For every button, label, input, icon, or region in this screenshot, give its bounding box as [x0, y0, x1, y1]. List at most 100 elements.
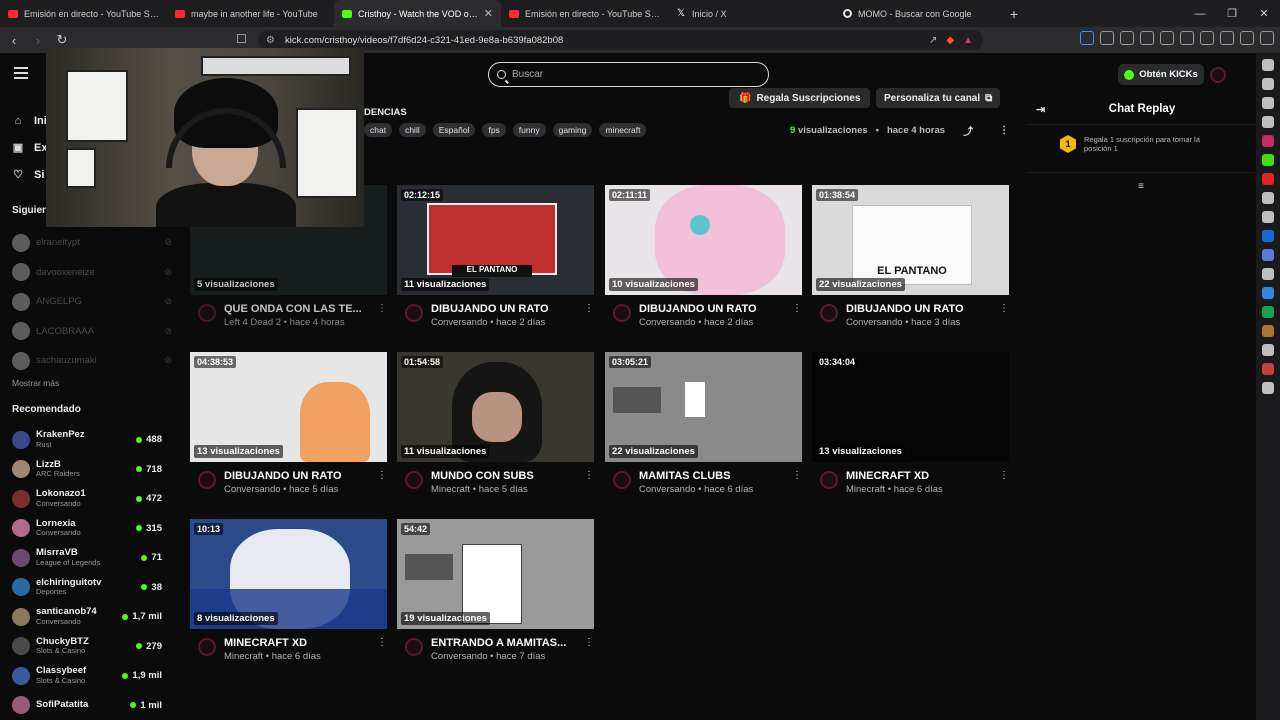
recommended-item[interactable]: Lornexia Conversando 315 — [12, 514, 162, 544]
avatar[interactable] — [613, 304, 631, 322]
tag-chip[interactable]: gaming — [552, 123, 593, 137]
sidebar-app-icon[interactable] — [1262, 78, 1274, 90]
browser-tab[interactable]: 𝕏 Inicio / X — [668, 0, 835, 27]
video-category[interactable]: Conversando — [639, 484, 696, 495]
minimize-icon[interactable]: — — [1184, 0, 1216, 27]
tag-chip[interactable]: chat — [364, 123, 393, 137]
more-options-icon[interactable]: ⋮ — [999, 125, 1009, 136]
search-input[interactable]: Buscar — [488, 62, 769, 87]
video-thumbnail[interactable]: 54:42 19 visualizaciones — [397, 519, 594, 629]
sidebar-app-icon[interactable] — [1262, 135, 1274, 147]
video-card[interactable]: 04:38:53 13 visualizaciones DIBUJANDO UN R… — [190, 352, 387, 496]
sidebar-app-icon[interactable] — [1262, 306, 1274, 318]
video-title[interactable]: DIBUJANDO UN RATO — [224, 470, 369, 484]
avatar[interactable] — [198, 304, 216, 322]
more-options-icon[interactable]: ⋮ — [377, 303, 387, 329]
customize-channel-button[interactable]: Personaliza tu canal ⧉ — [876, 88, 1001, 108]
sidebar-app-icon[interactable] — [1262, 154, 1274, 166]
browser-tab[interactable]: Cristhoy - Watch the VOD on Kic ✕ — [334, 0, 501, 27]
video-thumbnail[interactable]: 04:38:53 13 visualizaciones — [190, 352, 387, 462]
video-title[interactable]: DIBUJANDO UN RATO — [639, 303, 784, 317]
wallet-icon[interactable] — [1200, 31, 1214, 45]
sidebar-app-icon[interactable] — [1262, 325, 1274, 337]
avatar[interactable] — [405, 471, 423, 489]
more-options-icon[interactable]: ⋮ — [999, 303, 1009, 329]
site-info-icon[interactable]: ⚙ — [266, 35, 275, 46]
video-category[interactable]: Conversando — [431, 317, 488, 328]
more-options-icon[interactable]: ⋮ — [792, 470, 802, 496]
video-card[interactable]: 01:54:58 11 visualizaciones MUNDO CON SUBS… — [397, 352, 594, 496]
recommended-item[interactable]: LizzB ARC Raiders 718 — [12, 455, 162, 485]
sidebar-app-icon[interactable] — [1262, 173, 1274, 185]
video-title[interactable]: MINECRAFT XD — [224, 637, 369, 651]
extension-icon[interactable] — [1080, 31, 1094, 45]
video-thumbnail[interactable]: 02:11:11 10 visualizaciones — [605, 185, 802, 295]
recommended-item[interactable]: Classybeef Slots & Casino 1,9 mil — [12, 661, 162, 691]
share-icon[interactable]: ↗ — [929, 35, 937, 46]
avatar[interactable] — [820, 304, 838, 322]
sidebar-nav-item[interactable]: ⌂ Ini — [12, 107, 47, 134]
tag-chip[interactable]: chill — [399, 123, 426, 137]
music-icon[interactable] — [1160, 31, 1174, 45]
video-thumbnail[interactable]: 10:13 8 visualizaciones — [190, 519, 387, 629]
rewards-icon[interactable]: ▲ — [963, 35, 973, 46]
address-bar[interactable]: ⚙ kick.com/cristhoy/videos/f7df6d24-c321… — [258, 30, 983, 50]
tag-chip[interactable]: minecraft — [599, 123, 647, 137]
collapse-chat-icon[interactable]: ⇥ — [1036, 103, 1045, 116]
video-category[interactable]: Conversando — [431, 651, 488, 662]
get-kicks-button[interactable]: Obtén KICKs — [1118, 64, 1204, 85]
avatar[interactable] — [405, 304, 423, 322]
more-options-icon[interactable]: ⋮ — [792, 303, 802, 329]
sidebar-icon[interactable] — [1180, 31, 1194, 45]
bookmark-icon[interactable]: ☐ — [236, 32, 247, 46]
video-category[interactable]: Minecraft — [846, 484, 885, 495]
video-thumbnail[interactable]: 01:54:58 11 visualizaciones — [397, 352, 594, 462]
video-category[interactable]: Left 4 Dead 2 — [224, 317, 281, 328]
extension-icon[interactable] — [1140, 31, 1154, 45]
browser-tab[interactable]: MOMO - Buscar con Google — [835, 0, 1002, 27]
menu-icon[interactable] — [1260, 31, 1274, 45]
video-thumbnail[interactable]: 03:34:04 13 visualizaciones — [812, 352, 1009, 462]
more-options-icon[interactable]: ⋮ — [377, 637, 387, 663]
forward-icon[interactable]: › — [28, 30, 48, 50]
video-title[interactable]: QUE ONDA CON LAS TE... — [224, 303, 369, 317]
avatar[interactable] — [405, 638, 423, 656]
browser-tab[interactable]: maybe in another life - YouTube — [167, 0, 334, 27]
video-card[interactable]: 03:34:04 13 visualizaciones MINECRAFT XD Mi… — [812, 352, 1009, 496]
video-title[interactable]: DIBUJANDO UN RATO — [431, 303, 576, 317]
sidebar-app-icon[interactable] — [1262, 363, 1274, 375]
following-item[interactable]: LACOBRAAA ⊘ — [12, 317, 172, 347]
video-title[interactable]: MINECRAFT XD — [846, 470, 991, 484]
avatar[interactable] — [1210, 67, 1226, 83]
following-item[interactable]: davooxeneize ⊘ — [12, 258, 172, 288]
sidebar-app-icon[interactable] — [1262, 97, 1274, 109]
more-options-icon[interactable]: ⋮ — [584, 470, 594, 496]
sidebar-app-icon[interactable] — [1262, 230, 1274, 242]
video-category[interactable]: Minecraft — [431, 484, 470, 495]
video-card[interactable]: 03:05:21 22 visualizaciones MAMITAS CLUBS C… — [605, 352, 802, 496]
avatar[interactable] — [613, 471, 631, 489]
recommended-item[interactable]: elchiringuitotv Deportes 38 — [12, 573, 162, 603]
hamburger-menu-icon[interactable] — [14, 67, 28, 79]
video-card[interactable]: EL PANTANO 01:38:54 22 visualizaciones DIBU… — [812, 185, 1009, 329]
sidebar-app-icon[interactable] — [1262, 287, 1274, 299]
vpn-icon[interactable] — [1220, 31, 1234, 45]
sidebar-nav-item[interactable]: ▣ Ex — [12, 134, 48, 161]
video-thumbnail[interactable]: EL PANTANO 02:12:15 11 visualizaciones — [397, 185, 594, 295]
recommended-item[interactable]: SofiPatatita 1 mil — [12, 691, 162, 720]
show-more-link[interactable]: Mostrar más — [12, 378, 59, 388]
tag-chip[interactable]: Español — [432, 123, 476, 137]
recommended-item[interactable]: Lokonazo1 Conversando 472 — [12, 484, 162, 514]
close-window-icon[interactable]: ✕ — [1248, 0, 1280, 27]
sidebar-app-icon[interactable] — [1262, 211, 1274, 223]
avatar[interactable] — [198, 638, 216, 656]
video-card[interactable]: 02:11:11 10 visualizaciones DIBUJANDO UN R… — [605, 185, 802, 329]
browser-tab[interactable]: Emisión en directo - YouTube Studio — [501, 0, 668, 27]
video-category[interactable]: Conversando — [224, 484, 281, 495]
tag-chip[interactable]: funny — [512, 123, 546, 137]
avatar[interactable] — [198, 471, 216, 489]
video-card[interactable]: 54:42 19 visualizaciones ENTRANDO A MAMITA… — [397, 519, 594, 663]
sidebar-app-icon[interactable] — [1262, 249, 1274, 261]
video-title[interactable]: DIBUJANDO UN RATO — [846, 303, 991, 317]
recommended-item[interactable]: KrakenPez Rust 488 — [12, 425, 162, 455]
